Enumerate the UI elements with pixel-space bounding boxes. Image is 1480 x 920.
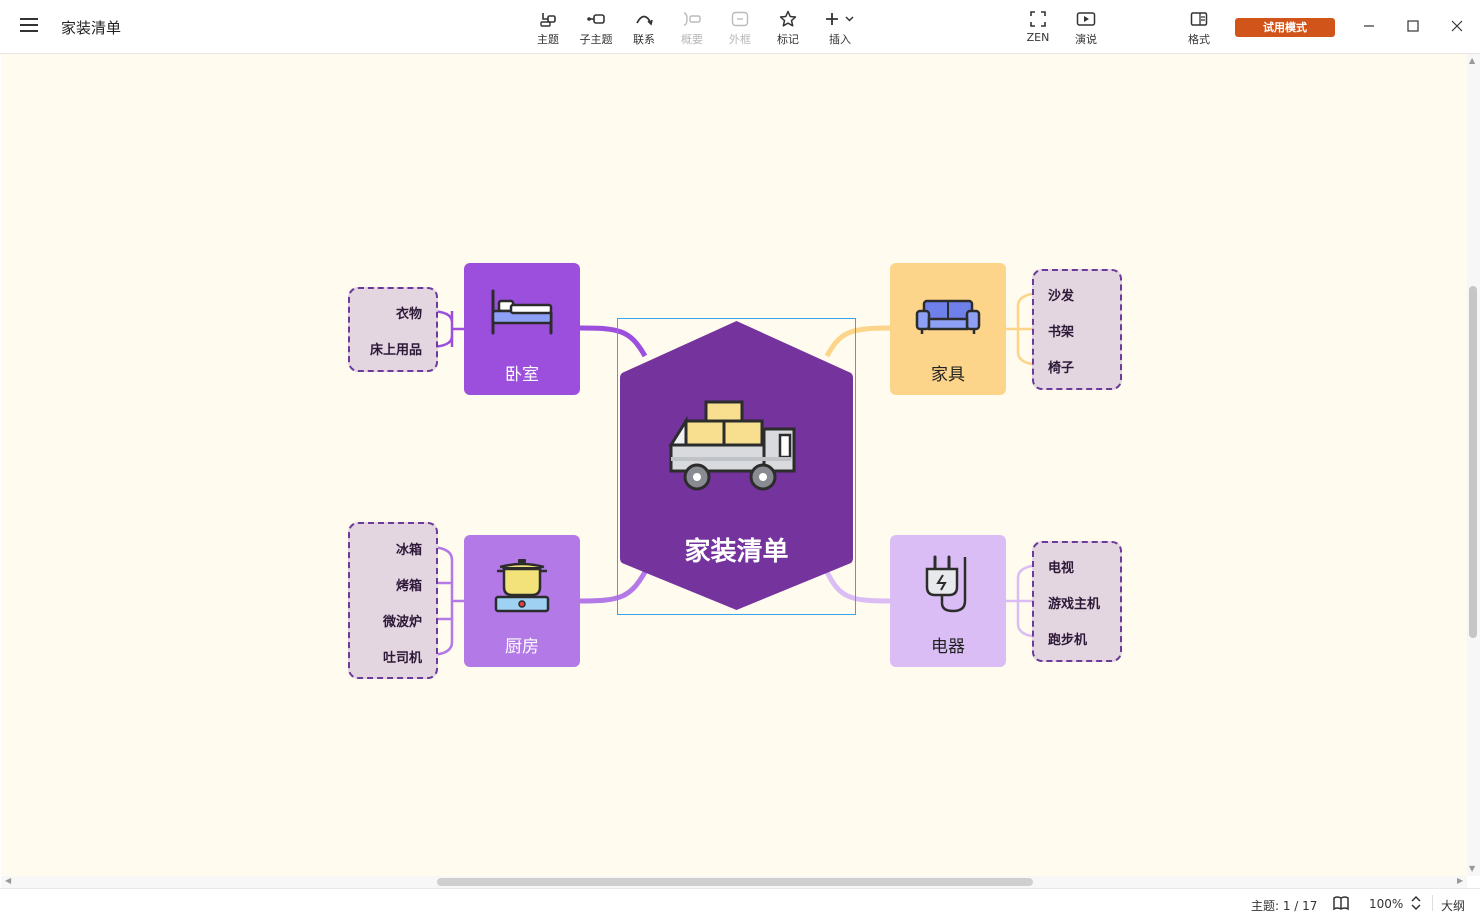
status-divider [1432,895,1433,911]
subtopic-bookshelf[interactable]: 书架 [1048,321,1074,340]
subtopic-toaster[interactable]: 吐司机 [383,647,422,666]
book-map-icon[interactable] [1332,895,1350,914]
pot-on-stove-icon [494,559,550,613]
subtopic-sofa[interactable]: 沙发 [1048,285,1074,304]
topic-furniture[interactable]: 家具 [890,263,1006,395]
bed-icon [491,289,553,335]
topic-appliances[interactable]: 电器 [890,535,1006,667]
scroll-right-icon[interactable]: ▶ [1457,876,1463,885]
subtopic-game-console[interactable]: 游戏主机 [1048,593,1100,612]
vertical-scrollbar[interactable]: ▲ ▼ [1467,54,1480,876]
subtopic-chair[interactable]: 椅子 [1048,357,1074,376]
furniture-label: 家具 [931,365,965,385]
power-plug-icon [925,555,967,613]
topic-bedroom[interactable]: 卧室 [464,263,580,395]
sofa-icon [915,299,981,334]
subtopic-clothes[interactable]: 衣物 [396,303,422,322]
zoom-level[interactable]: 100% [1369,897,1403,911]
horizontal-scrollbar[interactable]: ◀ ▶ [1,876,1467,888]
furniture-subtopics-boundary[interactable] [1032,269,1122,390]
zoom-stepper-icon[interactable] [1410,894,1422,915]
status-bar: 主题: 1 / 17 100% 大纲 [0,888,1480,920]
subtopic-bedding[interactable]: 床上用品 [370,339,422,358]
central-topic[interactable] [617,318,856,615]
outline-button[interactable]: 大纲 [1441,897,1465,914]
subtopic-fridge[interactable]: 冰箱 [396,539,422,558]
subtopic-tv[interactable]: 电视 [1048,557,1074,576]
topic-count: 主题: 1 / 17 [1251,899,1318,913]
scroll-down-icon[interactable]: ▼ [1469,864,1475,873]
delivery-truck-icon [668,400,796,491]
scroll-up-icon[interactable]: ▲ [1469,56,1475,65]
bedroom-label: 卧室 [505,365,539,385]
subtopic-oven[interactable]: 烤箱 [396,575,422,594]
bedroom-subtopics-boundary[interactable] [348,287,438,372]
central-topic-label: 家装清单 [684,537,789,567]
appliances-label: 电器 [931,637,965,657]
topic-kitchen[interactable]: 厨房 [464,535,580,667]
subtopic-treadmill[interactable]: 跑步机 [1048,629,1087,648]
kitchen-label: 厨房 [505,637,539,657]
scroll-left-icon[interactable]: ◀ [5,876,11,885]
horizontal-scroll-thumb[interactable] [437,878,1033,886]
vertical-scroll-thumb[interactable] [1469,286,1477,638]
subtopic-microwave[interactable]: 微波炉 [383,611,422,630]
